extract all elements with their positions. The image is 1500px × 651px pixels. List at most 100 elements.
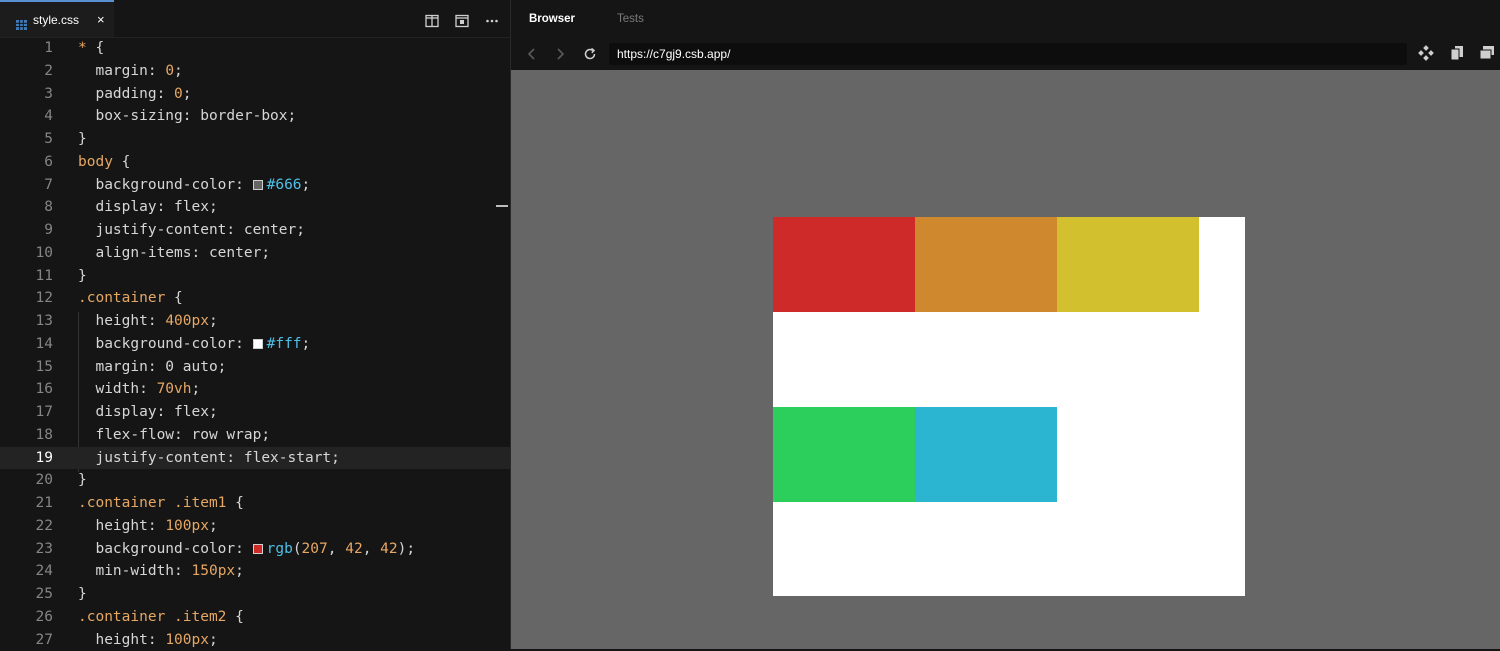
code-line[interactable]: 5} <box>0 128 510 151</box>
line-number: 22 <box>0 515 53 538</box>
code-line[interactable]: 25} <box>0 583 510 606</box>
tab-browser[interactable]: Browser <box>529 13 575 25</box>
line-number: 4 <box>0 105 53 128</box>
code-text: } <box>78 265 87 288</box>
copy-icon[interactable] <box>1449 45 1465 61</box>
code-token: ; <box>235 563 244 579</box>
code-text: margin: 0 auto; <box>78 356 226 379</box>
code-token: .container .item1 <box>78 495 235 511</box>
code-line[interactable]: 2 margin: 0; <box>0 60 510 83</box>
back-icon[interactable] <box>525 46 539 60</box>
line-number: 3 <box>0 83 53 106</box>
code-line[interactable]: 9 justify-content: center; <box>0 219 510 242</box>
code-line[interactable]: 11} <box>0 265 510 288</box>
code-token: background-color: <box>78 177 253 193</box>
code-line[interactable]: 10 align-items: center; <box>0 242 510 265</box>
code-line[interactable]: 22 height: 100px; <box>0 515 510 538</box>
code-line[interactable]: 18 flex-flow: row wrap; <box>0 424 510 447</box>
code-line[interactable]: 3 padding: 0; <box>0 83 510 106</box>
line-number: 6 <box>0 151 53 174</box>
address-bar-row: https://c7gj9.csb.app/ <box>511 40 1500 68</box>
more-options-icon[interactable] <box>485 13 499 27</box>
code-token: 400px <box>165 313 209 329</box>
code-token: } <box>78 131 87 147</box>
code-line[interactable]: 21.container .item1 { <box>0 492 510 515</box>
code-line[interactable]: 6 body { <box>0 151 510 174</box>
line-number: 20 <box>0 469 53 492</box>
code-area[interactable]: 1* {2 margin: 0;3 padding: 0;4 box-sizin… <box>0 37 510 649</box>
line-number: 24 <box>0 560 53 583</box>
line-number: 18 <box>0 424 53 447</box>
code-text: body { <box>78 151 130 174</box>
code-token: rgb <box>267 541 293 557</box>
code-line[interactable]: 16 width: 70vh; <box>0 378 510 401</box>
code-token: ; <box>174 63 183 79</box>
code-line[interactable]: 26.container .item2 { <box>0 606 510 629</box>
code-line[interactable]: 19 justify-content: flex-start; <box>0 447 510 470</box>
forward-icon[interactable] <box>553 46 567 60</box>
line-number: 1 <box>0 37 53 60</box>
code-token: flex-flow: row wrap; <box>78 427 270 443</box>
code-line[interactable]: 1* { <box>0 37 510 60</box>
code-line[interactable]: 8 display: flex; <box>0 196 510 219</box>
code-token: ; <box>183 86 192 102</box>
code-line[interactable]: 24 min-width: 150px; <box>0 560 510 583</box>
code-line[interactable]: 15 margin: 0 auto; <box>0 356 510 379</box>
code-token: 42 <box>345 541 362 557</box>
code-line[interactable]: 14 background-color: #fff; <box>0 333 510 356</box>
code-text: height: 100px; <box>78 515 218 538</box>
code-token: } <box>78 586 87 602</box>
code-token: 70vh <box>157 381 192 397</box>
split-editor-icon[interactable] <box>425 13 439 27</box>
code-line[interactable]: 20} <box>0 469 510 492</box>
code-token: height: <box>78 313 165 329</box>
code-token: #666 <box>267 177 302 193</box>
line-number: 13 <box>0 310 53 333</box>
flex-container <box>773 217 1245 596</box>
code-token: justify-content: flex-start; <box>78 450 340 466</box>
code-token: ; <box>302 177 311 193</box>
code-line[interactable]: 13 height: 400px; <box>0 310 510 333</box>
code-token: ); <box>398 541 415 557</box>
open-new-window-icon[interactable] <box>1479 45 1495 61</box>
line-number: 11 <box>0 265 53 288</box>
devtools-icon[interactable] <box>1418 45 1434 61</box>
tab-tests[interactable]: Tests <box>617 13 644 25</box>
code-token: height: <box>78 518 165 534</box>
code-text: .container { <box>78 287 183 310</box>
line-number: 25 <box>0 583 53 606</box>
line-number: 9 <box>0 219 53 242</box>
code-line[interactable]: 4 box-sizing: border-box; <box>0 105 510 128</box>
css-file-icon <box>16 15 27 25</box>
code-text: .container .item2 { <box>78 606 244 629</box>
code-text: justify-content: center; <box>78 219 305 242</box>
code-token: ( <box>293 541 302 557</box>
code-token: box-sizing: border-box; <box>78 108 296 124</box>
open-preview-icon[interactable] <box>455 13 469 27</box>
code-text: height: 400px; <box>78 310 218 333</box>
color-swatch[interactable] <box>253 339 263 349</box>
code-token: height: <box>78 632 165 648</box>
color-swatch[interactable] <box>253 180 263 190</box>
code-token: 42 <box>380 541 397 557</box>
code-token: { <box>122 154 131 170</box>
code-token: 100px <box>165 632 209 648</box>
browser-pane: Browser Tests https://c7gj9.csb.app/ <box>511 0 1500 649</box>
line-number: 8 <box>0 196 53 219</box>
url-input[interactable]: https://c7gj9.csb.app/ <box>609 43 1407 65</box>
code-text: justify-content: flex-start; <box>78 447 340 470</box>
flex-item1 <box>773 217 915 312</box>
code-line[interactable]: 23 background-color: rgb(207, 42, 42); <box>0 538 510 561</box>
code-line[interactable]: 17 display: flex; <box>0 401 510 424</box>
code-token: .container .item2 <box>78 609 235 625</box>
code-text: height: 100px; <box>78 629 218 651</box>
code-token: ; <box>209 632 218 648</box>
code-line[interactable]: 27 height: 100px; <box>0 629 510 651</box>
close-icon[interactable]: × <box>97 12 105 27</box>
color-swatch[interactable] <box>253 544 263 554</box>
browser-tab-bar: Browser Tests <box>511 0 1500 40</box>
tab-style-css[interactable]: style.css × <box>0 0 114 37</box>
refresh-icon[interactable] <box>583 46 597 60</box>
code-line[interactable]: 7 background-color: #666; <box>0 174 510 197</box>
code-line[interactable]: 12.container { <box>0 287 510 310</box>
